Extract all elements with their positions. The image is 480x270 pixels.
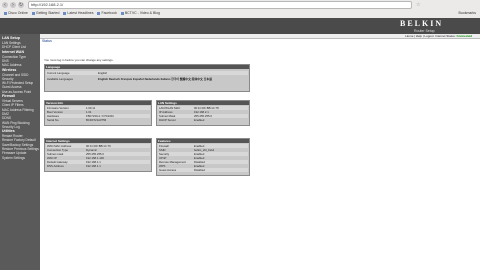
sidebar: LAN Setup LAN Settings DHCP Client List Int… bbox=[0, 34, 40, 270]
row-value: BCD0721A0756 bbox=[86, 118, 107, 122]
favicon-icon bbox=[63, 11, 67, 15]
table-row: Serial No. BCD0721A0756 bbox=[46, 118, 150, 122]
sidebar-section-heading: LAN Setup bbox=[2, 36, 20, 40]
panel-title: Features bbox=[158, 139, 171, 143]
bookmark-item[interactable]: Cisco Online bbox=[4, 11, 28, 15]
panel-titlebar bbox=[45, 65, 249, 69]
row-label: DNS Address bbox=[47, 164, 64, 168]
table-row: DHCP Server Enabled bbox=[158, 118, 248, 122]
page-subtitle: Router Setup bbox=[414, 29, 435, 33]
bookmark-label: Cisco Online bbox=[8, 11, 28, 15]
reload-icon[interactable]: ↻ bbox=[18, 1, 24, 8]
sidebar-section-heading: Utilities bbox=[2, 129, 15, 134]
table-row: DNS Address 192.168.1.1 bbox=[46, 164, 150, 168]
bookmark-label: Facebook bbox=[101, 11, 117, 15]
internet-status: Connected bbox=[456, 34, 472, 38]
row-value: Enabled bbox=[194, 118, 205, 122]
panel-title: Language bbox=[46, 65, 61, 69]
version-panel: Version Info Firmware Version 1.00.11 Boot… bbox=[44, 100, 152, 126]
panel-title: Version Info bbox=[46, 101, 64, 105]
panel-title: Internet Settings bbox=[46, 139, 70, 143]
brand-logo: BELKIN bbox=[400, 19, 444, 28]
login-notice: You must log in before you can change an… bbox=[44, 58, 114, 62]
bookmark-label: Latest Headlines bbox=[67, 11, 94, 15]
favicon-icon bbox=[120, 11, 124, 15]
table-row: Available Languages English Deutsch Fran… bbox=[46, 77, 248, 87]
favicon-icon bbox=[97, 11, 101, 15]
sidebar-item[interactable]: System Settings bbox=[2, 156, 25, 160]
sidebar-section-heading: Wireless bbox=[2, 67, 17, 72]
star-icon[interactable]: ☆ bbox=[416, 2, 420, 8]
sidebar-section-heading: Internet WAN bbox=[2, 49, 24, 54]
bookmark-label: BCTVC - Video & Blog bbox=[124, 11, 160, 15]
other-bookmarks[interactable]: Bookmarks bbox=[458, 9, 476, 17]
row-label: DHCP Server bbox=[159, 118, 176, 122]
row-label: Current Language bbox=[47, 71, 70, 75]
table-row: Guest Access Disabled bbox=[158, 168, 248, 172]
bookmarks-bar: Cisco Online Getting Started Latest Head… bbox=[0, 9, 480, 17]
sidebar-section-heading: Firewall bbox=[2, 94, 16, 98]
favicon-icon bbox=[4, 11, 7, 15]
features-panel: Features Firewall Enabled SSID belkin_2i4_b… bbox=[156, 138, 250, 176]
row-value: 192.168.1.1 bbox=[86, 164, 101, 168]
row-value: English bbox=[98, 71, 108, 75]
back-icon[interactable]: ‹ bbox=[2, 1, 8, 8]
bookmark-item[interactable]: Getting Started bbox=[31, 11, 60, 15]
favicon-icon bbox=[31, 11, 35, 15]
row-label: Guest Access bbox=[159, 168, 177, 172]
row-label: Available Languages bbox=[47, 77, 73, 81]
lan-panel: LAN Settings LAN/WLAN MAC 00:1C:DF:BB:1C:… bbox=[156, 100, 250, 126]
row-label: Serial No. bbox=[47, 118, 60, 122]
internet-status-label: Internet Status: bbox=[435, 34, 456, 38]
language-panel: Language Current Language English Availa… bbox=[44, 64, 250, 92]
bookmark-label: Getting Started bbox=[35, 11, 60, 15]
forward-icon[interactable]: › bbox=[10, 1, 16, 8]
top-links[interactable]: Home | Help | Logout Internet Status: Co… bbox=[405, 34, 472, 38]
internet-panel: Internet Settings WAN MAC Address 00:1C:D… bbox=[44, 138, 152, 172]
row-value: Disabled bbox=[194, 168, 205, 172]
nav-links[interactable]: Home | Help | Logout bbox=[405, 34, 433, 38]
bookmark-item[interactable]: Facebook bbox=[97, 11, 117, 15]
url-row: ‹ › ↻ http://192.168.2.1/ ☆ bbox=[0, 0, 480, 9]
address-bar[interactable]: http://192.168.2.1/ bbox=[28, 0, 412, 9]
bookmark-item[interactable]: BCTVC - Video & Blog bbox=[120, 11, 160, 15]
top-link-bar: Home | Help | Logout Internet Status: Co… bbox=[40, 34, 480, 39]
browser-chrome: ‹ › ↻ http://192.168.2.1/ ☆ Cisco Online… bbox=[0, 0, 480, 19]
bookmark-item[interactable]: Latest Headlines bbox=[63, 11, 93, 15]
breadcrumb: Status bbox=[42, 39, 52, 43]
language-links[interactable]: English Deutsch Français Español Nederla… bbox=[98, 77, 243, 81]
panel-title: LAN Settings bbox=[158, 101, 177, 105]
table-row: Current Language English bbox=[46, 71, 248, 75]
